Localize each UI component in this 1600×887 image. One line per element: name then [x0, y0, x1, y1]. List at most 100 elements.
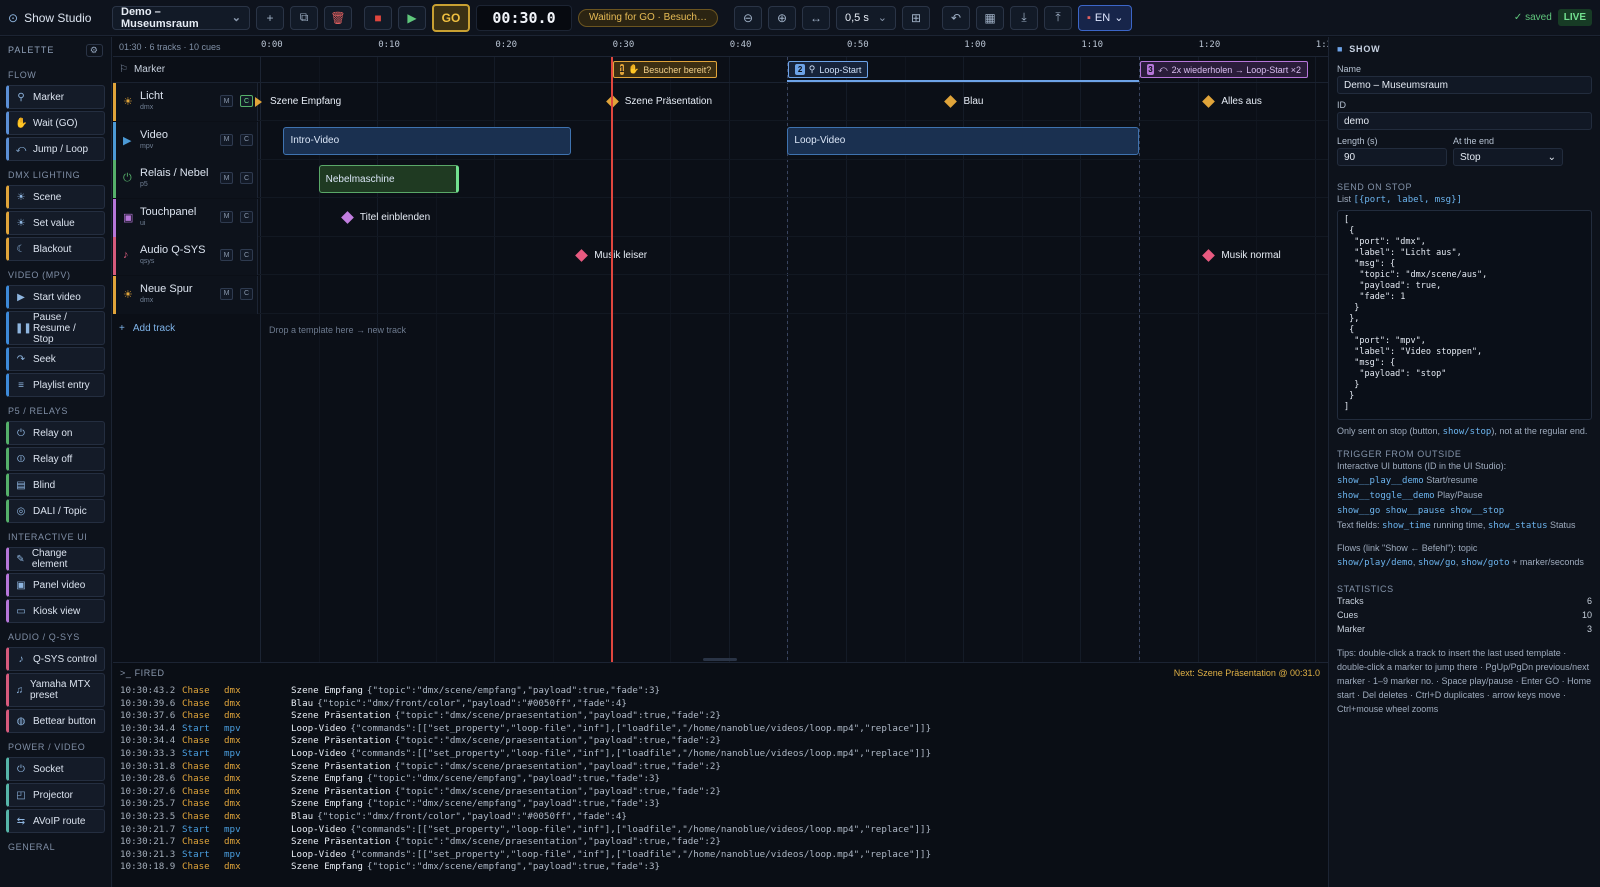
length-field[interactable]: 90	[1337, 148, 1447, 166]
mute-button[interactable]: M	[220, 287, 233, 300]
clip-intro-video[interactable]: Intro-Video	[283, 126, 571, 155]
palette-item-label: Blind	[33, 479, 56, 491]
palette-item-avoip-route[interactable]: ⇆ AVoIP route	[6, 809, 105, 833]
palette-item-label: Kiosk view	[33, 605, 81, 617]
track-header-relais-nebel[interactable]: ⏻ Relais / Nebel p5 M C	[113, 160, 258, 198]
gear-icon[interactable]: ⚙	[85, 43, 103, 57]
delete-button[interactable]: 🗑	[324, 5, 352, 30]
palette-item-playlist-entry[interactable]: ≡ Playlist entry	[6, 373, 105, 397]
cue-lock-button[interactable]: C	[240, 287, 253, 300]
cue-szene-empfang[interactable]: Szene Empfang	[255, 96, 341, 107]
track-row: ▣ Touchpanel ui M C	[113, 198, 1328, 237]
palette-item-marker[interactable]: ⚲ Marker	[6, 85, 105, 109]
palette-section-title: FLOW	[8, 70, 37, 80]
stop-button[interactable]: ■	[364, 5, 392, 30]
go-button[interactable]: GO	[432, 3, 470, 32]
clip-loop-video[interactable]: Loop-Video	[787, 126, 1139, 155]
log-kind: Chase	[182, 836, 210, 848]
track-header-touchpanel[interactable]: ▣ Touchpanel ui M C	[113, 198, 258, 237]
mute-button[interactable]: M	[220, 95, 233, 107]
undo-button[interactable]: ↶	[942, 5, 970, 30]
marker-2[interactable]: 2 ⚲ Loop-Start	[788, 61, 869, 78]
cue-lock-button[interactable]: C	[240, 95, 253, 107]
language-select[interactable]: ▪ EN ⌄	[1078, 4, 1133, 31]
zoom-out-button[interactable]: ⊖	[734, 5, 762, 30]
log-label: Szene Präsentation	[291, 760, 391, 772]
track-header-video[interactable]: ▶ Video mpv M C	[113, 121, 258, 160]
upload-button[interactable]: ⤒	[1044, 5, 1072, 30]
cue-blau[interactable]: Blau	[944, 95, 983, 108]
palette-item-projector[interactable]: ◰ Projector	[6, 783, 105, 807]
show-select[interactable]: Demo – Museumsraum ⌄	[112, 5, 250, 30]
cue-alles-aus[interactable]: Alles aus	[1202, 95, 1262, 108]
palette-item-socket[interactable]: ⏻ Socket	[6, 757, 105, 781]
playhead[interactable]	[611, 57, 613, 662]
schedule-button[interactable]: ▦	[976, 5, 1004, 30]
t2-text: Play/Pause	[1437, 490, 1483, 500]
end-select-value: Stop	[1460, 151, 1481, 163]
cue-lock-button[interactable]: C	[240, 210, 253, 223]
zoom-in-button[interactable]: ⊕	[768, 5, 796, 30]
cue-titel-einblenden[interactable]: Titel einblenden	[341, 210, 430, 224]
play-button[interactable]: ▶	[398, 5, 426, 30]
duplicate-button[interactable]: ⧉	[290, 5, 318, 30]
mute-button[interactable]: M	[220, 249, 233, 261]
palette-item-pause-resume-stop[interactable]: ❚❚ Pause / Resume / Stop	[6, 311, 105, 345]
palette-item-panel-video[interactable]: ▣ Panel video	[6, 573, 105, 597]
log-line: 10:30:39.6 Chase dmx Blau {"topic":"dmx/fron…	[120, 698, 627, 710]
marker-3[interactable]: 3 ⤺ 2x wiederholen → Loop-Start ×2	[1140, 61, 1308, 78]
cue-lock-button[interactable]: C	[240, 172, 253, 184]
track-header-neue-spur[interactable]: ☀ Neue Spur dmx M C	[113, 275, 258, 314]
palette-item-dali-topic[interactable]: ◎ DALI / Topic	[6, 499, 105, 523]
id-field[interactable]: demo	[1337, 112, 1592, 130]
snap-button[interactable]: ⊞	[902, 5, 930, 30]
time-tick: 0:20	[495, 40, 518, 50]
palette-item-q-sys-control[interactable]: ♪ Q-SYS control	[6, 647, 105, 671]
cue-musik-normal[interactable]: Musik normal	[1202, 249, 1281, 262]
palette-item-seek[interactable]: ↷ Seek	[6, 347, 105, 371]
end-select[interactable]: Stop ⌄	[1453, 148, 1563, 166]
add-button[interactable]: +	[256, 5, 284, 30]
t3a-code: show__go	[1337, 506, 1381, 516]
log-payload: {"topic":"dmx/scene/empfang","payload":t…	[366, 798, 661, 810]
projector-icon: ◰	[16, 789, 26, 801]
track-header-licht[interactable]: ☀ Licht dmx M C	[113, 83, 258, 121]
palette-item-set-value[interactable]: ☀ Set value	[6, 211, 105, 235]
palette-item-start-video[interactable]: ▶ Start video	[6, 285, 105, 309]
palette-item-blind[interactable]: ▤ Blind	[6, 473, 105, 497]
mute-button[interactable]: M	[220, 133, 233, 146]
marker-1[interactable]: 1 ✋ Besucher bereit?	[612, 61, 717, 78]
palette-item-blackout[interactable]: ☾ Blackout	[6, 237, 105, 261]
download-button[interactable]: ⤓	[1010, 5, 1038, 30]
cue-lock-button[interactable]: C	[240, 249, 253, 261]
palette-item-wait-go[interactable]: ✋ Wait (GO)	[6, 111, 105, 135]
stat-value: 3	[1586, 624, 1592, 634]
palette-item-kiosk-view[interactable]: ▭ Kiosk view	[6, 599, 105, 623]
track-header-audio-q-sys[interactable]: ♪ Audio Q-SYS qsys M C	[113, 237, 258, 275]
palette-item-change-element[interactable]: ✎ Change element	[6, 547, 105, 571]
clip-nebelmaschine[interactable]: Nebelmaschine	[318, 165, 460, 193]
palette-item-bettear-button[interactable]: ◍ Bettear button	[6, 709, 105, 733]
palette-item-relay-off[interactable]: ⏼ Relay off	[6, 447, 105, 471]
mute-button[interactable]: M	[220, 172, 233, 184]
log-line: 10:30:33.3 Start mpv Loop-Video {"commands":…	[120, 748, 931, 760]
add-track-label: Add track	[132, 323, 176, 334]
palette-item-scene[interactable]: ☀ Scene	[6, 185, 105, 209]
cue-lock-button[interactable]: C	[240, 133, 253, 146]
step-select[interactable]: 0,5 s ⌄	[836, 5, 896, 30]
mute-button[interactable]: M	[220, 210, 233, 223]
palette-item-jump-loop[interactable]: ⤺ Jump / Loop	[6, 137, 105, 161]
cue-szene-pr-sentation[interactable]: Szene Präsentation	[605, 95, 712, 108]
resize-handle[interactable]	[703, 658, 737, 661]
add-track-button[interactable]: + Add track	[119, 323, 175, 334]
log-label: Szene Empfang	[291, 685, 363, 696]
name-field[interactable]: Demo – Museumsraum	[1337, 76, 1592, 94]
cue-diamond-icon	[1202, 249, 1216, 262]
log-payload: {"topic":"dmx/front/color","payload":"#0…	[317, 811, 627, 822]
log-time: 10:30:33.3	[120, 748, 176, 759]
stop-json-editor[interactable]: [ { "port": "dmx", "label": "Licht aus",…	[1337, 210, 1592, 420]
log-payload: {"commands":[["set_property","loop-file"…	[350, 848, 932, 860]
palette-item-yamaha-mtx-preset[interactable]: ♫ Yamaha MTX preset	[6, 673, 105, 707]
palette-item-relay-on[interactable]: ⏻ Relay on	[6, 421, 105, 445]
fit-button[interactable]: ↔	[802, 5, 830, 30]
